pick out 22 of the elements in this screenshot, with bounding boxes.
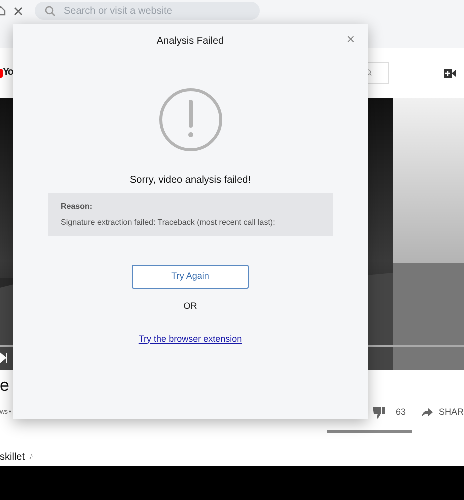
- error-message: Sorry, video analysis failed!: [130, 174, 251, 188]
- logo-icon: [0, 68, 3, 78]
- reason-text: Signature extraction failed: Traceback (most recent call last):: [61, 216, 276, 228]
- channel-name[interactable]: skillet: [0, 450, 26, 464]
- or-text: OR: [184, 300, 198, 313]
- dislike-count: 63: [396, 406, 406, 419]
- reason-label: Reason:: [61, 200, 94, 212]
- browser-extension-link[interactable]: Try the browser extension: [138, 332, 242, 346]
- search-input[interactable]: Search or visit a website: [64, 4, 244, 18]
- close-icon[interactable]: [14, 7, 23, 16]
- dialog-title: Analysis Failed: [156, 34, 224, 48]
- video-title: e: [0, 376, 10, 396]
- thumbs-down-icon[interactable]: [372, 406, 386, 419]
- logo-text: Yo: [3, 67, 14, 79]
- music-note: ♪: [29, 450, 34, 464]
- try-again-button[interactable]: Try Again: [132, 265, 249, 289]
- share-icon[interactable]: [422, 408, 433, 418]
- video-camera-icon[interactable]: [444, 68, 456, 78]
- share-button[interactable]: SHAR: [438, 406, 464, 420]
- search-field[interactable]: Search or visit a website: [35, 2, 260, 20]
- search-icon: [45, 6, 56, 16]
- exclamation-icon: [158, 88, 222, 152]
